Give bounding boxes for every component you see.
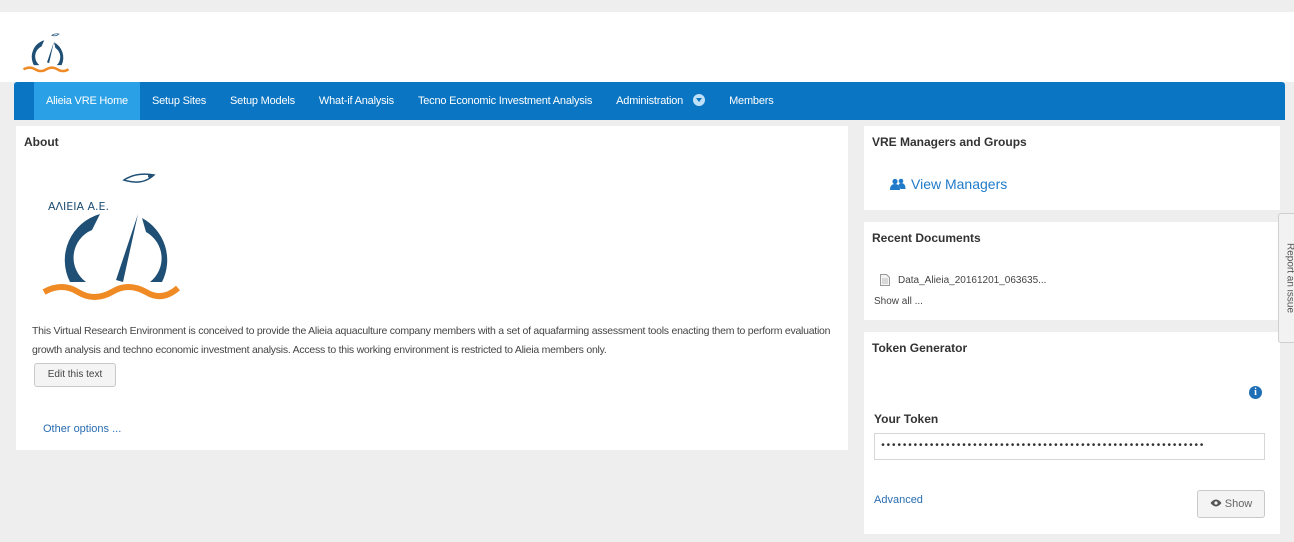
about-description: This Virtual Research Environment is con…: [32, 325, 831, 356]
recent-documents-panel: Recent Documents Data_Alieia_20161201_06…: [864, 222, 1280, 320]
edit-text-button[interactable]: Edit this text: [34, 363, 116, 387]
view-managers-link[interactable]: View Managers: [890, 176, 1007, 192]
main-navbar: Alieia VRE Home Setup Sites Setup Models…: [14, 82, 1285, 120]
chevron-down-icon[interactable]: [693, 94, 706, 107]
show-token-label: Show: [1224, 498, 1253, 510]
token-field[interactable]: ••••••••••••••••••••••••••••••••••••••••…: [874, 433, 1265, 460]
nav-tecno-economic[interactable]: Tecno Economic Investment Analysis: [406, 82, 604, 120]
document-icon: [880, 274, 890, 286]
alieia-logo-large: ΑΛΙΕΙΑ Α.Ε.: [42, 173, 180, 300]
other-options-link[interactable]: Other options ...: [43, 423, 121, 435]
site-header: [0, 12, 1294, 82]
users-icon: [890, 178, 906, 190]
recent-documents-title: Recent Documents: [872, 231, 981, 245]
nav-home[interactable]: Alieia VRE Home: [34, 82, 140, 120]
logo-lettering: ΑΛΙΕΙΑ Α.Ε.: [48, 200, 109, 213]
your-token-label: Your Token: [874, 412, 939, 426]
vre-managers-panel: VRE Managers and Groups View Managers: [864, 126, 1280, 210]
nav-what-if-analysis[interactable]: What-if Analysis: [307, 82, 406, 120]
about-panel: About ΑΛΙΕΙΑ Α.Ε. This Virtual Research …: [16, 126, 848, 450]
token-generator-title: Token Generator: [872, 341, 968, 355]
view-managers-label: View Managers: [911, 176, 1008, 192]
advanced-link[interactable]: Advanced: [874, 494, 923, 506]
token-generator-panel: Token Generator i Your Token •••••••••••…: [864, 332, 1280, 534]
vre-managers-title: VRE Managers and Groups: [872, 135, 1027, 149]
alieia-logo[interactable]: [20, 26, 72, 78]
show-token-button[interactable]: Show: [1197, 490, 1265, 518]
report-issue-tab[interactable]: Report an issue: [1278, 213, 1294, 343]
info-icon[interactable]: i: [1249, 386, 1262, 399]
about-title: About: [24, 135, 59, 149]
nav-setup-sites[interactable]: Setup Sites: [140, 82, 218, 120]
show-all-link[interactable]: Show all ...: [874, 296, 923, 307]
document-name: Data_Alieia_20161201_063635...: [898, 274, 1047, 286]
document-item[interactable]: Data_Alieia_20161201_063635...: [880, 274, 1046, 286]
eye-icon: [1210, 499, 1222, 507]
nav-setup-models[interactable]: Setup Models: [218, 82, 307, 120]
nav-administration-label: Administration: [616, 95, 684, 107]
report-issue-label: Report an issue: [1284, 242, 1294, 314]
nav-members[interactable]: Members: [717, 82, 785, 120]
top-strip: [0, 0, 1294, 12]
nav-administration[interactable]: Administration: [604, 82, 717, 120]
